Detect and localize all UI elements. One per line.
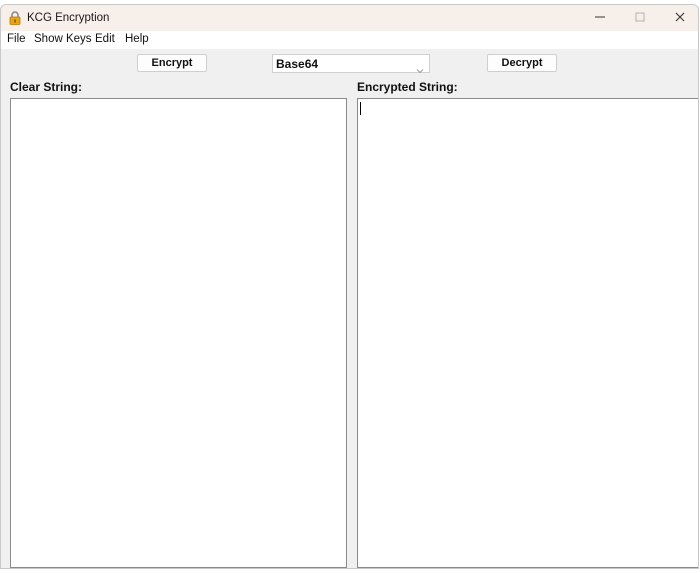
title-bar[interactable]: KCG Encryption — [1, 5, 698, 31]
encryption-method-value: Base64 — [276, 57, 319, 71]
decrypt-button[interactable]: Decrypt — [487, 54, 557, 72]
encrypt-button[interactable]: Encrypt — [137, 54, 207, 72]
menu-help[interactable]: Help — [125, 33, 149, 45]
clear-string-textarea[interactable] — [10, 98, 347, 568]
close-button[interactable] — [660, 5, 698, 31]
window-title: KCG Encryption — [27, 12, 110, 24]
encrypted-string-label: Encrypted String: — [357, 80, 458, 94]
text-caret — [360, 102, 361, 115]
app-window: KCG Encryption File Show Keys Edit Help … — [0, 4, 699, 569]
minimize-button[interactable] — [580, 5, 620, 31]
encryption-method-select[interactable]: Base64 — [272, 54, 430, 74]
maximize-icon — [635, 9, 645, 27]
menu-bar: File Show Keys Edit Help — [1, 31, 698, 49]
clear-string-label: Clear String: — [10, 80, 83, 94]
menu-edit[interactable]: Edit — [95, 33, 115, 45]
minimize-icon — [595, 9, 605, 27]
maximize-button[interactable] — [620, 5, 660, 31]
chevron-down-icon — [416, 61, 424, 79]
menu-file[interactable]: File — [7, 33, 26, 45]
close-icon — [675, 9, 685, 27]
padlock-icon — [8, 11, 22, 25]
menu-show-keys[interactable]: Show Keys — [34, 33, 92, 45]
encrypted-string-textarea[interactable] — [357, 98, 698, 568]
